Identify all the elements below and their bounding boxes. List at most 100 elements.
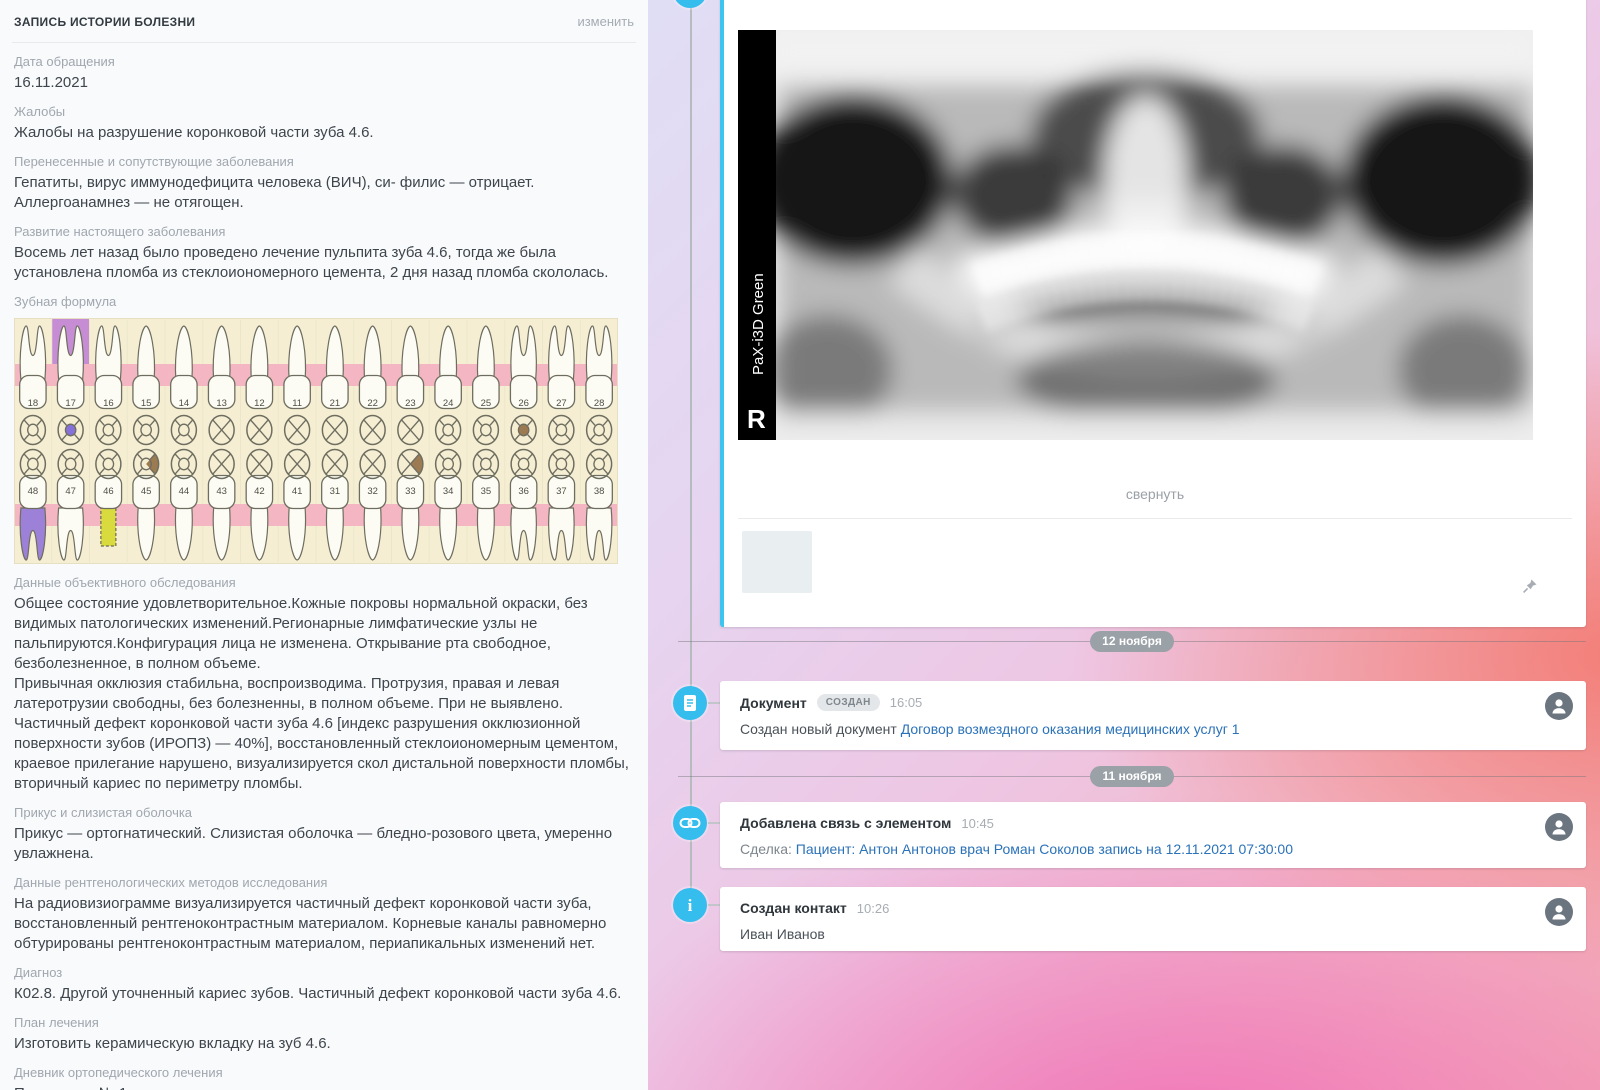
field-bite-mucosa: Прикус и слизистая оболочка Прикус — орт… bbox=[14, 805, 634, 864]
svg-text:36: 36 bbox=[518, 486, 529, 497]
timeline-card-link: Добавлена связь с элементом 10:45 Сделка… bbox=[720, 802, 1586, 868]
timeline-panel: PaX-i3D Green R свернуть 12 ноября bbox=[648, 0, 1600, 1090]
svg-text:27: 27 bbox=[556, 398, 567, 409]
deal-link[interactable]: Пациент: Антон Антонов врач Роман Соколо… bbox=[796, 841, 1293, 857]
field-value: К02.8. Другой уточненный кариес зубов. Ч… bbox=[14, 984, 634, 1004]
date-separator: 11 ноября bbox=[678, 766, 1586, 788]
svg-text:25: 25 bbox=[481, 398, 492, 409]
card-text: Создан новый документ bbox=[740, 721, 901, 737]
svg-text:14: 14 bbox=[179, 398, 190, 409]
info-icon: i bbox=[673, 888, 707, 922]
svg-text:i: i bbox=[688, 896, 693, 915]
card-title: Документ bbox=[740, 695, 807, 711]
svg-text:38: 38 bbox=[594, 486, 605, 497]
svg-text:23: 23 bbox=[405, 398, 416, 409]
panoramic-xray-image[interactable]: PaX-i3D Green R bbox=[738, 30, 1533, 440]
date-separator: 12 ноября bbox=[678, 631, 1586, 653]
svg-text:31: 31 bbox=[330, 486, 341, 497]
field-visit-date: Дата обращения 16.11.2021 bbox=[14, 54, 634, 93]
field-value: На радиовизиограмме визуализируется част… bbox=[14, 894, 634, 954]
card-title: Создан контакт bbox=[740, 900, 847, 916]
field-value: 16.11.2021 bbox=[14, 73, 634, 93]
svg-text:42: 42 bbox=[254, 486, 265, 497]
card-title-row: Документ СОЗДАН 16:05 bbox=[740, 694, 1570, 711]
field-label: Зубная формула bbox=[14, 294, 634, 310]
avatar[interactable] bbox=[1545, 692, 1573, 720]
card-time: 16:05 bbox=[890, 695, 923, 710]
svg-text:21: 21 bbox=[330, 398, 341, 409]
field-ortho-diary: Дневник ортопедического лечения Посещени… bbox=[14, 1065, 634, 1090]
svg-text:35: 35 bbox=[481, 486, 492, 497]
svg-text:47: 47 bbox=[65, 486, 76, 497]
card-time: 10:26 bbox=[857, 901, 890, 916]
collapse-link[interactable]: свернуть bbox=[724, 486, 1586, 502]
field-xray-data: Данные рентгенологических методов исслед… bbox=[14, 875, 634, 954]
link-icon bbox=[673, 806, 707, 840]
svg-text:46: 46 bbox=[103, 486, 114, 497]
timeline-connector bbox=[708, 702, 720, 704]
svg-text:13: 13 bbox=[216, 398, 227, 409]
field-label: Дневник ортопедического лечения bbox=[14, 1065, 634, 1081]
svg-text:22: 22 bbox=[367, 398, 378, 409]
field-value: Изготовить керамическую вкладку на зуб 4… bbox=[14, 1034, 634, 1054]
card-body: Сделка: Пациент: Антон Антонов врач Рома… bbox=[740, 840, 1570, 858]
card-text: Сделка: bbox=[740, 841, 796, 857]
field-label: Диагноз bbox=[14, 965, 634, 981]
app: ЗАПИСЬ ИСТОРИИ БОЛЕЗНИ изменить Дата обр… bbox=[0, 0, 1600, 1090]
record-title: ЗАПИСЬ ИСТОРИИ БОЛЕЗНИ bbox=[14, 15, 195, 29]
svg-text:48: 48 bbox=[28, 486, 39, 497]
attachment-thumbnail[interactable] bbox=[742, 531, 812, 593]
svg-text:45: 45 bbox=[141, 486, 152, 497]
avatar[interactable] bbox=[1545, 898, 1573, 926]
field-label: Перенесенные и сопутствующие заболевания bbox=[14, 154, 634, 170]
svg-text:11: 11 bbox=[292, 398, 302, 409]
field-dental-formula: Зубная формула 1817161514131211212223242… bbox=[14, 294, 634, 564]
svg-text:41: 41 bbox=[292, 486, 303, 497]
status-badge: СОЗДАН bbox=[817, 694, 880, 711]
field-value: Посещение № 1 Проведено препарирование п… bbox=[14, 1084, 634, 1090]
dental-chart: 1817161514131211212223242526272848474645… bbox=[14, 318, 618, 564]
field-objective-exam: Данные объективного обследования Общее с… bbox=[14, 575, 634, 794]
field-treatment-plan: План лечения Изготовить керамическую вкл… bbox=[14, 1015, 634, 1054]
timeline-card-xray: PaX-i3D Green R свернуть bbox=[720, 0, 1586, 627]
document-link[interactable]: Договор возмездного оказания медицинских… bbox=[901, 721, 1240, 737]
timeline-connector bbox=[708, 904, 720, 906]
timeline-card-document: Документ СОЗДАН 16:05 Создан новый докум… bbox=[720, 681, 1586, 750]
field-value: Прикус — ортогнатический. Слизистая обол… bbox=[14, 824, 634, 864]
field-disease-history: Развитие настоящего заболевания Восемь л… bbox=[14, 224, 634, 283]
svg-text:26: 26 bbox=[518, 398, 529, 409]
field-label: План лечения bbox=[14, 1015, 634, 1031]
card-divider bbox=[738, 518, 1572, 519]
card-title: Добавлена связь с элементом bbox=[740, 815, 951, 831]
medical-record-panel: ЗАПИСЬ ИСТОРИИ БОЛЕЗНИ изменить Дата обр… bbox=[0, 0, 648, 1090]
card-title-row: Добавлена связь с элементом 10:45 bbox=[740, 815, 1570, 831]
field-label: Дата обращения bbox=[14, 54, 634, 70]
svg-text:32: 32 bbox=[367, 486, 378, 497]
svg-text:24: 24 bbox=[443, 398, 454, 409]
field-value: Жалобы на разрушение коронковой части зу… bbox=[14, 123, 634, 143]
xray-side-marker: R bbox=[747, 404, 766, 434]
card-time: 10:45 bbox=[961, 816, 994, 831]
field-label: Развитие настоящего заболевания bbox=[14, 224, 634, 240]
field-value: Общее состояние удовлетворительное.Кожны… bbox=[14, 594, 634, 794]
svg-text:43: 43 bbox=[216, 486, 227, 497]
date-chip: 12 ноября bbox=[1090, 631, 1174, 652]
timeline-card-contact: Создан контакт 10:26 Иван Иванов bbox=[720, 887, 1586, 951]
card-body: Создан новый документ Договор возмездног… bbox=[740, 720, 1570, 738]
timeline-entry-icon bbox=[673, 0, 707, 8]
xray-image-holder[interactable]: PaX-i3D Green R bbox=[738, 30, 1533, 440]
svg-text:37: 37 bbox=[556, 486, 567, 497]
field-label: Прикус и слизистая оболочка bbox=[14, 805, 634, 821]
date-chip: 11 ноября bbox=[1090, 766, 1173, 787]
field-complaints: Жалобы Жалобы на разрушение коронковой ч… bbox=[14, 104, 634, 143]
svg-text:12: 12 bbox=[254, 398, 265, 409]
edit-link[interactable]: изменить bbox=[577, 14, 634, 29]
card-text: Иван Иванов bbox=[740, 926, 825, 942]
svg-text:16: 16 bbox=[103, 398, 114, 409]
pin-icon[interactable] bbox=[1522, 578, 1538, 599]
record-header: ЗАПИСЬ ИСТОРИИ БОЛЕЗНИ изменить bbox=[12, 14, 636, 43]
avatar[interactable] bbox=[1545, 813, 1573, 841]
svg-text:15: 15 bbox=[141, 398, 152, 409]
svg-text:18: 18 bbox=[28, 398, 39, 409]
field-value: Восемь лет назад было проведено лечение … bbox=[14, 243, 634, 283]
